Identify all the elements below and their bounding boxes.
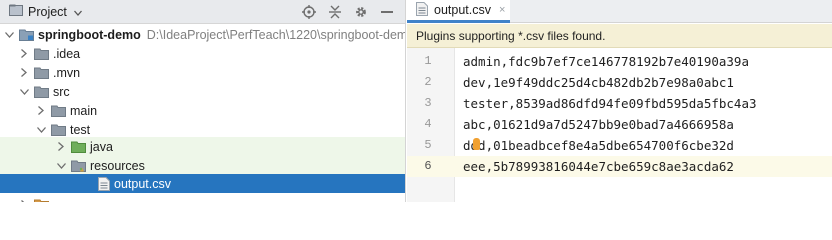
tree-item-springboot-demo[interactable]: springboot-demo D:\IdeaProject\PerfTeach… (0, 25, 406, 44)
editor-line[interactable]: 4 abc,01621d9a7d5247bb9e0bad7a4666958a (407, 114, 832, 135)
project-view-icon (9, 4, 23, 19)
editor-line-current[interactable]: 6 eee,5b78993816044e7cbe659c8ae3acda62 (407, 156, 832, 177)
chevron-down-icon[interactable] (18, 82, 30, 101)
editor-area: output.csv × Plugins supporting *.csv fi… (407, 0, 832, 202)
test-resources-folder-icon (71, 160, 86, 172)
chevron-right-icon[interactable] (35, 101, 47, 120)
chevron-down-icon[interactable] (55, 156, 67, 175)
collapse-all-icon[interactable] (329, 5, 341, 19)
csv-file-icon (98, 176, 110, 191)
editor-line[interactable]: 5 ddd,01beadbcef8e4a5dbe654700f6cbe32d (407, 135, 832, 156)
intention-bulb-icon[interactable] (473, 138, 480, 150)
test-source-folder-icon (71, 141, 86, 153)
csv-file-icon (416, 1, 428, 19)
line-number: 1 (424, 54, 432, 68)
tree-item-label: .mvn (53, 65, 81, 80)
tree-item-label: src (53, 84, 70, 99)
chevron-right-icon[interactable] (18, 44, 30, 63)
tree-item-java[interactable]: java (0, 137, 405, 156)
line-text: dev,1e9f49ddc25d4cb482db2b7e98a0abc1 (463, 75, 734, 90)
line-text: admin,fdc9b7ef7ce146778192b7e40190a39a (463, 54, 749, 69)
chevron-down-icon[interactable] (3, 25, 15, 44)
folder-icon (34, 86, 49, 98)
chevron-down-icon[interactable] (73, 5, 82, 19)
tree-item-mvn[interactable]: .mvn (0, 63, 405, 82)
tree-item-label: java (90, 139, 113, 154)
close-icon[interactable]: × (499, 4, 505, 16)
folder-icon (34, 199, 49, 202)
line-text: eee,5b78993816044e7cbe659c8ae3acda62 (463, 159, 734, 174)
chevron-right-icon[interactable] (18, 63, 30, 82)
folder-icon (51, 105, 66, 117)
project-panel-title: Project (28, 4, 67, 19)
line-number: 2 (424, 75, 432, 89)
line-number: 6 (424, 159, 432, 173)
tree-item-label: test (70, 122, 91, 137)
tab-label: output.csv (434, 3, 491, 17)
line-text: tester,8539ad86dfd94fe09fbd595da5fbc4a3 (463, 96, 757, 111)
hide-icon[interactable] (381, 10, 393, 14)
project-tool-window: Project springboot-demo D:\IdeaProject\P… (0, 0, 406, 202)
editor-tab-bar: output.csv × (407, 0, 832, 23)
project-path: D:\IdeaProject\PerfTeach\1220\springboot… (146, 27, 406, 42)
project-panel-header: Project (0, 0, 405, 24)
tree-item-label: resources (90, 158, 145, 173)
editor-line[interactable]: 3 tester,8539ad86dfd94fe09fbd595da5fbc4a… (407, 93, 832, 114)
editor-line[interactable]: 1 admin,fdc9b7ef7ce146778192b7e40190a39a (407, 51, 832, 72)
tree-item-label: output.csv (114, 176, 171, 191)
chevron-right-icon[interactable] (55, 137, 67, 156)
module-folder-icon (19, 28, 34, 41)
line-number: 4 (424, 117, 432, 131)
line-text: ddd,01beadbcef8e4a5dbe654700f6cbe32d (463, 138, 734, 153)
tree-item-idea[interactable]: .idea (0, 44, 405, 63)
plugin-suggestion-banner: Plugins supporting *.csv files found. (407, 24, 832, 48)
tree-item-main[interactable]: main (0, 101, 405, 120)
chevron-right-icon[interactable] (18, 195, 30, 202)
line-text: abc,01621d9a7d5247bb9e0bad7a4666958a (463, 117, 734, 132)
folder-icon (34, 48, 49, 60)
folder-icon (34, 67, 49, 79)
code-editor[interactable]: 1 admin,fdc9b7ef7ce146778192b7e40190a39a… (407, 48, 832, 202)
folder-icon (51, 124, 66, 136)
editor-line[interactable]: 2 dev,1e9f49ddc25d4cb482db2b7e98a0abc1 (407, 72, 832, 93)
line-number: 5 (424, 138, 432, 152)
tree-item-resources[interactable]: resources (0, 156, 405, 175)
tree-item-src[interactable]: src (0, 82, 405, 101)
tree-item-label: .idea (53, 46, 81, 61)
settings-gear-icon[interactable] (354, 5, 368, 19)
locate-icon[interactable] (302, 5, 316, 19)
tab-output-csv[interactable]: output.csv × (407, 0, 510, 23)
tree-item-label: main (70, 103, 98, 118)
tree-item-partial[interactable] (0, 195, 405, 202)
project-view-selector[interactable]: Project (0, 4, 82, 19)
banner-text: Plugins supporting *.csv files found. (416, 28, 606, 43)
tree-item-output-csv[interactable]: output.csv (0, 174, 405, 193)
line-number: 3 (424, 96, 432, 110)
tree-item-label: springboot-demo (38, 27, 141, 42)
